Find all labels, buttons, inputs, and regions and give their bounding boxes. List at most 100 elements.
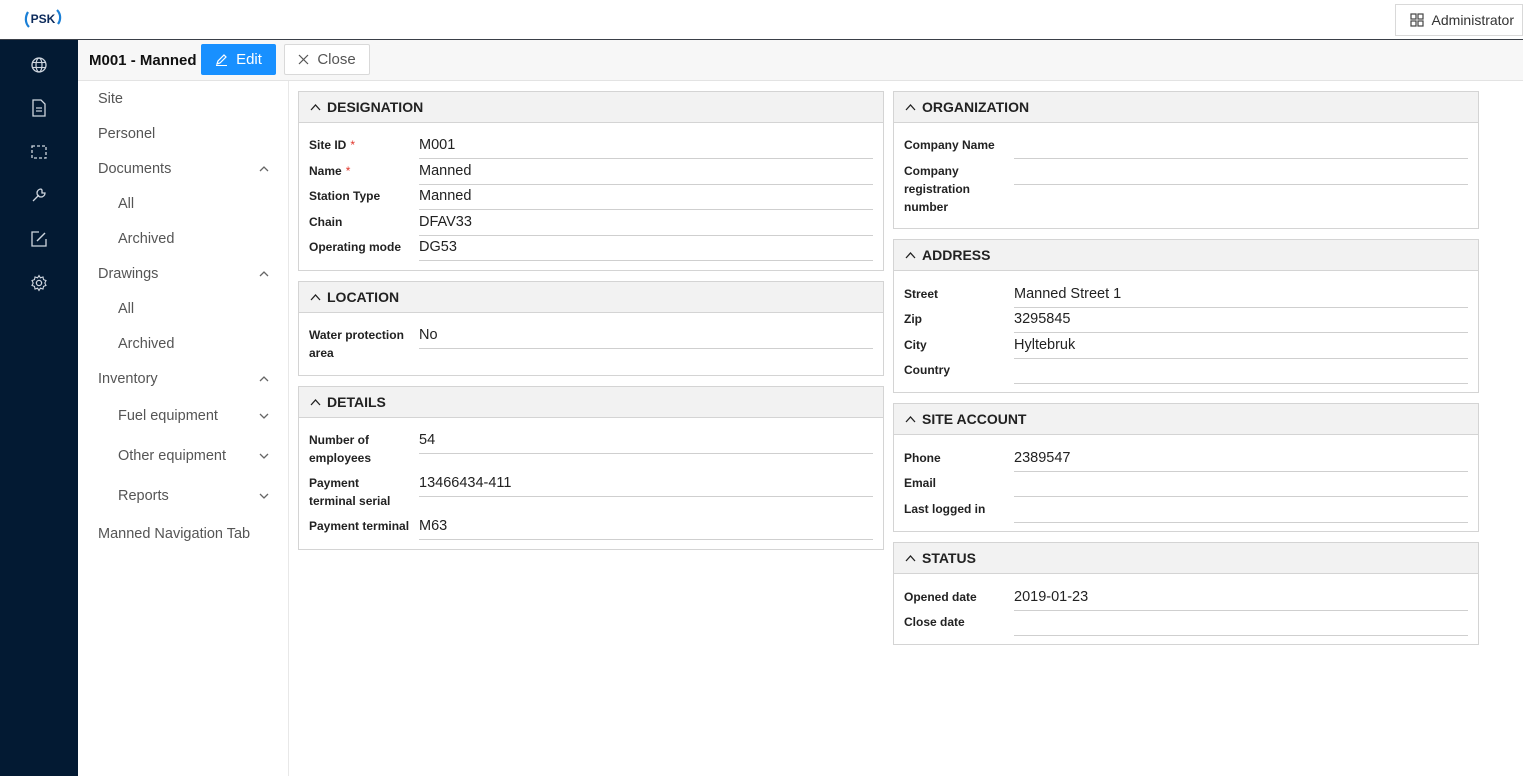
details-panel: DETAILS Number of employees 54 Payment t… — [298, 386, 884, 550]
nav-item-other-equipment[interactable]: Other equipment — [78, 441, 288, 471]
email-input[interactable] — [1014, 474, 1468, 497]
payment-terminal-input[interactable]: M63 — [419, 517, 873, 540]
nav-item-fuel-equipment[interactable]: Fuel equipment — [78, 401, 288, 431]
icon-rail — [0, 40, 78, 776]
chain-input[interactable]: DFAV33 — [419, 213, 873, 236]
water-protection-label: Water protection area — [309, 328, 404, 360]
nav-item-documents[interactable]: Documents — [78, 154, 288, 184]
location-panel: LOCATION Water protection area No — [298, 281, 884, 376]
settings-icon[interactable] — [29, 273, 49, 293]
side-nav: Site Personel Documents All Archived Dra… — [78, 81, 289, 776]
title-bar: M001 - Manned Edit Close — [78, 40, 1523, 81]
city-label: City — [904, 338, 927, 352]
nav-item-site[interactable]: Site — [78, 84, 288, 114]
company-name-input[interactable] — [1014, 136, 1468, 159]
collapse-caret-icon — [904, 101, 916, 113]
collapse-caret-icon — [904, 249, 916, 261]
collapse-caret-icon — [904, 413, 916, 425]
document-icon[interactable] — [29, 98, 49, 118]
status-header[interactable]: STATUS — [894, 543, 1478, 574]
nav-item-label: All — [118, 196, 135, 212]
nav-item-label: Reports — [118, 488, 169, 504]
user-menu-button[interactable]: Administrator — [1394, 4, 1523, 36]
psk-logo[interactable]: PSK — [24, 8, 62, 30]
name-label: Name — [309, 164, 342, 178]
opened-date-input[interactable]: 2019-01-23 — [1014, 588, 1468, 611]
status-panel: STATUS Opened date 2019-01-23 Close date — [893, 542, 1479, 645]
edit-button-label: Edit — [236, 51, 262, 68]
last-logged-in-label: Last logged in — [904, 502, 986, 516]
site-id-input[interactable]: M001 — [419, 136, 873, 159]
nav-item-documents-all[interactable]: All — [78, 189, 288, 219]
edit-button[interactable]: Edit — [201, 44, 276, 75]
nav-item-label: Manned Navigation Tab — [98, 526, 251, 542]
chevron-up-icon — [258, 163, 270, 175]
nav-item-drawings-all[interactable]: All — [78, 294, 288, 324]
nav-item-drawings-archived[interactable]: Archived — [78, 329, 288, 359]
address-panel: ADDRESS Street Manned Street 1 Zip 32958… — [893, 239, 1479, 393]
field-label: Site ID * — [309, 136, 355, 154]
logo-text: PSK — [31, 12, 56, 26]
country-input[interactable] — [1014, 361, 1468, 384]
required-mark: * — [350, 138, 356, 152]
street-input[interactable]: Manned Street 1 — [1014, 285, 1468, 308]
nav-item-manned-navigation-tab[interactable]: Manned Navigation Tab — [78, 519, 288, 549]
pencil-icon — [216, 54, 228, 66]
grid-icon — [1409, 13, 1424, 27]
edit-note-icon[interactable] — [29, 229, 49, 249]
nav-item-drawings[interactable]: Drawings — [78, 259, 288, 289]
station-type-label: Station Type — [309, 189, 381, 203]
panel-title: STATUS — [922, 550, 976, 566]
globe-icon[interactable] — [29, 55, 49, 75]
organization-header[interactable]: ORGANIZATION — [894, 92, 1478, 123]
address-header[interactable]: ADDRESS — [894, 240, 1478, 271]
company-name-label: Company Name — [904, 138, 995, 152]
location-header[interactable]: LOCATION — [299, 282, 883, 313]
phone-input[interactable]: 2389547 — [1014, 449, 1468, 472]
selection-icon[interactable] — [29, 142, 49, 162]
panel-title: DESIGNATION — [327, 99, 424, 115]
phone-label: Phone — [904, 451, 941, 465]
zip-input[interactable]: 3295845 — [1014, 310, 1468, 333]
nav-item-label: Fuel equipment — [118, 408, 218, 424]
last-logged-in-input[interactable] — [1014, 500, 1468, 523]
close-date-input[interactable] — [1014, 613, 1468, 636]
city-input[interactable]: Hyltebruk — [1014, 336, 1468, 359]
close-button[interactable]: Close — [284, 44, 370, 75]
wrench-icon[interactable] — [29, 185, 49, 205]
company-registration-input[interactable] — [1014, 162, 1468, 185]
panel-title: LOCATION — [327, 289, 400, 305]
chevron-down-icon — [258, 450, 270, 462]
field-label: Name * — [309, 162, 350, 180]
details-header[interactable]: DETAILS — [299, 387, 883, 418]
collapse-caret-icon — [309, 291, 321, 303]
panel-title: ADDRESS — [922, 247, 991, 263]
nav-item-label: Personel — [98, 126, 156, 142]
station-type-input[interactable]: Manned — [419, 187, 873, 210]
nav-item-documents-archived[interactable]: Archived — [78, 224, 288, 254]
zip-label: Zip — [904, 312, 922, 326]
site-account-header[interactable]: SITE ACCOUNT — [894, 404, 1478, 435]
chevron-down-icon — [258, 490, 270, 502]
page-title: M001 - Manned — [89, 52, 197, 69]
company-registration-label: Company registration number — [904, 164, 971, 214]
payment-terminal-label: Payment terminal — [309, 519, 410, 533]
chevron-up-icon — [258, 373, 270, 385]
operating-mode-input[interactable]: DG53 — [419, 238, 873, 261]
nav-item-label: Inventory — [98, 371, 158, 387]
payment-terminal-serial-input[interactable]: 13466434-411 — [419, 474, 873, 497]
nav-item-label: Site — [98, 91, 123, 107]
collapse-caret-icon — [309, 101, 321, 113]
collapse-caret-icon — [309, 396, 321, 408]
employees-input[interactable]: 54 — [419, 431, 873, 454]
nav-item-label: Other equipment — [118, 448, 227, 464]
nav-item-reports[interactable]: Reports — [78, 481, 288, 511]
name-input[interactable]: Manned — [419, 162, 873, 185]
payment-terminal-serial-label: Payment terminal serial — [309, 476, 391, 508]
water-protection-input[interactable]: No — [419, 326, 873, 349]
site-id-label: Site ID — [309, 138, 347, 152]
designation-panel: DESIGNATION Site ID * M001 Name * Manned S… — [298, 91, 884, 271]
nav-item-personel[interactable]: Personel — [78, 119, 288, 149]
nav-item-inventory[interactable]: Inventory — [78, 364, 288, 394]
designation-header[interactable]: DESIGNATION — [299, 92, 883, 123]
